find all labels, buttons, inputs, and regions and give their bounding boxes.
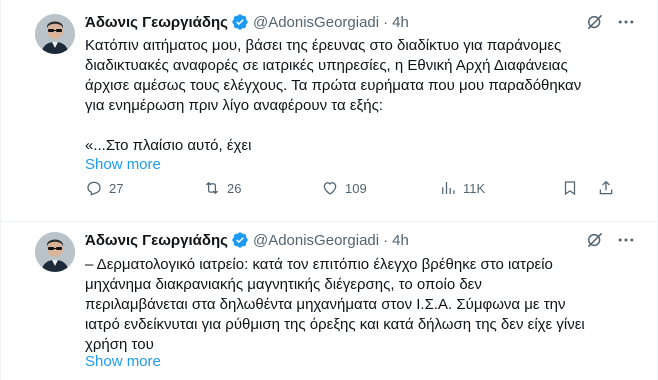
author-handle[interactable]: @AdonisGeorgiadi	[253, 232, 379, 249]
tweet[interactable]: Άδωνις Γεωργιάδης @AdonisGeorgiadi · 4h …	[1, 0, 657, 222]
views-count: 11K	[463, 180, 486, 196]
share-icon	[599, 180, 613, 195]
bookmark-icon	[564, 181, 576, 196]
separator-dot: ·	[383, 13, 389, 31]
timestamp[interactable]: 4h	[392, 14, 409, 31]
verified-badge-icon	[231, 13, 249, 31]
tweet-text: Κατόπιν αιτήματος μου, βάσει της έρευνας…	[85, 37, 582, 154]
reply-count: 27	[109, 180, 124, 196]
timestamp[interactable]: 4h	[392, 232, 409, 249]
timeline: Άδωνις Γεωργιάδης @AdonisGeorgiadi · 4h …	[0, 0, 658, 380]
grok-icon[interactable]	[585, 12, 605, 32]
more-icon[interactable]	[615, 12, 637, 32]
like-count: 109	[345, 180, 367, 196]
author-name[interactable]: Άδωνις Γεωργιάδης	[85, 14, 228, 31]
views-icon	[442, 182, 455, 194]
retweet-icon	[205, 181, 219, 195]
bookmark-button[interactable]	[561, 179, 585, 197]
author-handle[interactable]: @AdonisGeorgiadi	[253, 14, 379, 31]
reply-icon	[87, 181, 101, 196]
show-more-link[interactable]: Show more	[85, 353, 161, 370]
more-icon[interactable]	[615, 230, 637, 250]
share-button[interactable]	[597, 179, 621, 197]
author-name[interactable]: Άδωνις Γεωργιάδης	[85, 232, 228, 249]
avatar[interactable]	[35, 14, 75, 54]
like-button[interactable]: 109	[321, 179, 367, 197]
verified-badge-icon	[231, 231, 249, 249]
tweet[interactable]: Άδωνις Γεωργιάδης @AdonisGeorgiadi · 4h …	[1, 222, 657, 380]
retweet-button[interactable]: 26	[203, 179, 241, 197]
show-more-link[interactable]: Show more	[85, 156, 161, 173]
reply-button[interactable]: 27	[85, 179, 123, 197]
like-icon	[323, 182, 337, 195]
tweet-text: – Δερματολογικό ιατρείο: κατά τον επιτόπ…	[85, 256, 585, 353]
retweet-count: 26	[227, 180, 242, 196]
tweet-header: Άδωνις Γεωργιάδης @AdonisGeorgiadi · 4h	[85, 230, 617, 250]
avatar[interactable]	[35, 232, 75, 272]
grok-icon[interactable]	[585, 230, 605, 250]
tweet-header: Άδωνις Γεωργιάδης @AdonisGeorgiadi · 4h	[85, 12, 617, 32]
separator-dot: ·	[383, 231, 389, 249]
views-button[interactable]: 11K	[439, 179, 485, 197]
